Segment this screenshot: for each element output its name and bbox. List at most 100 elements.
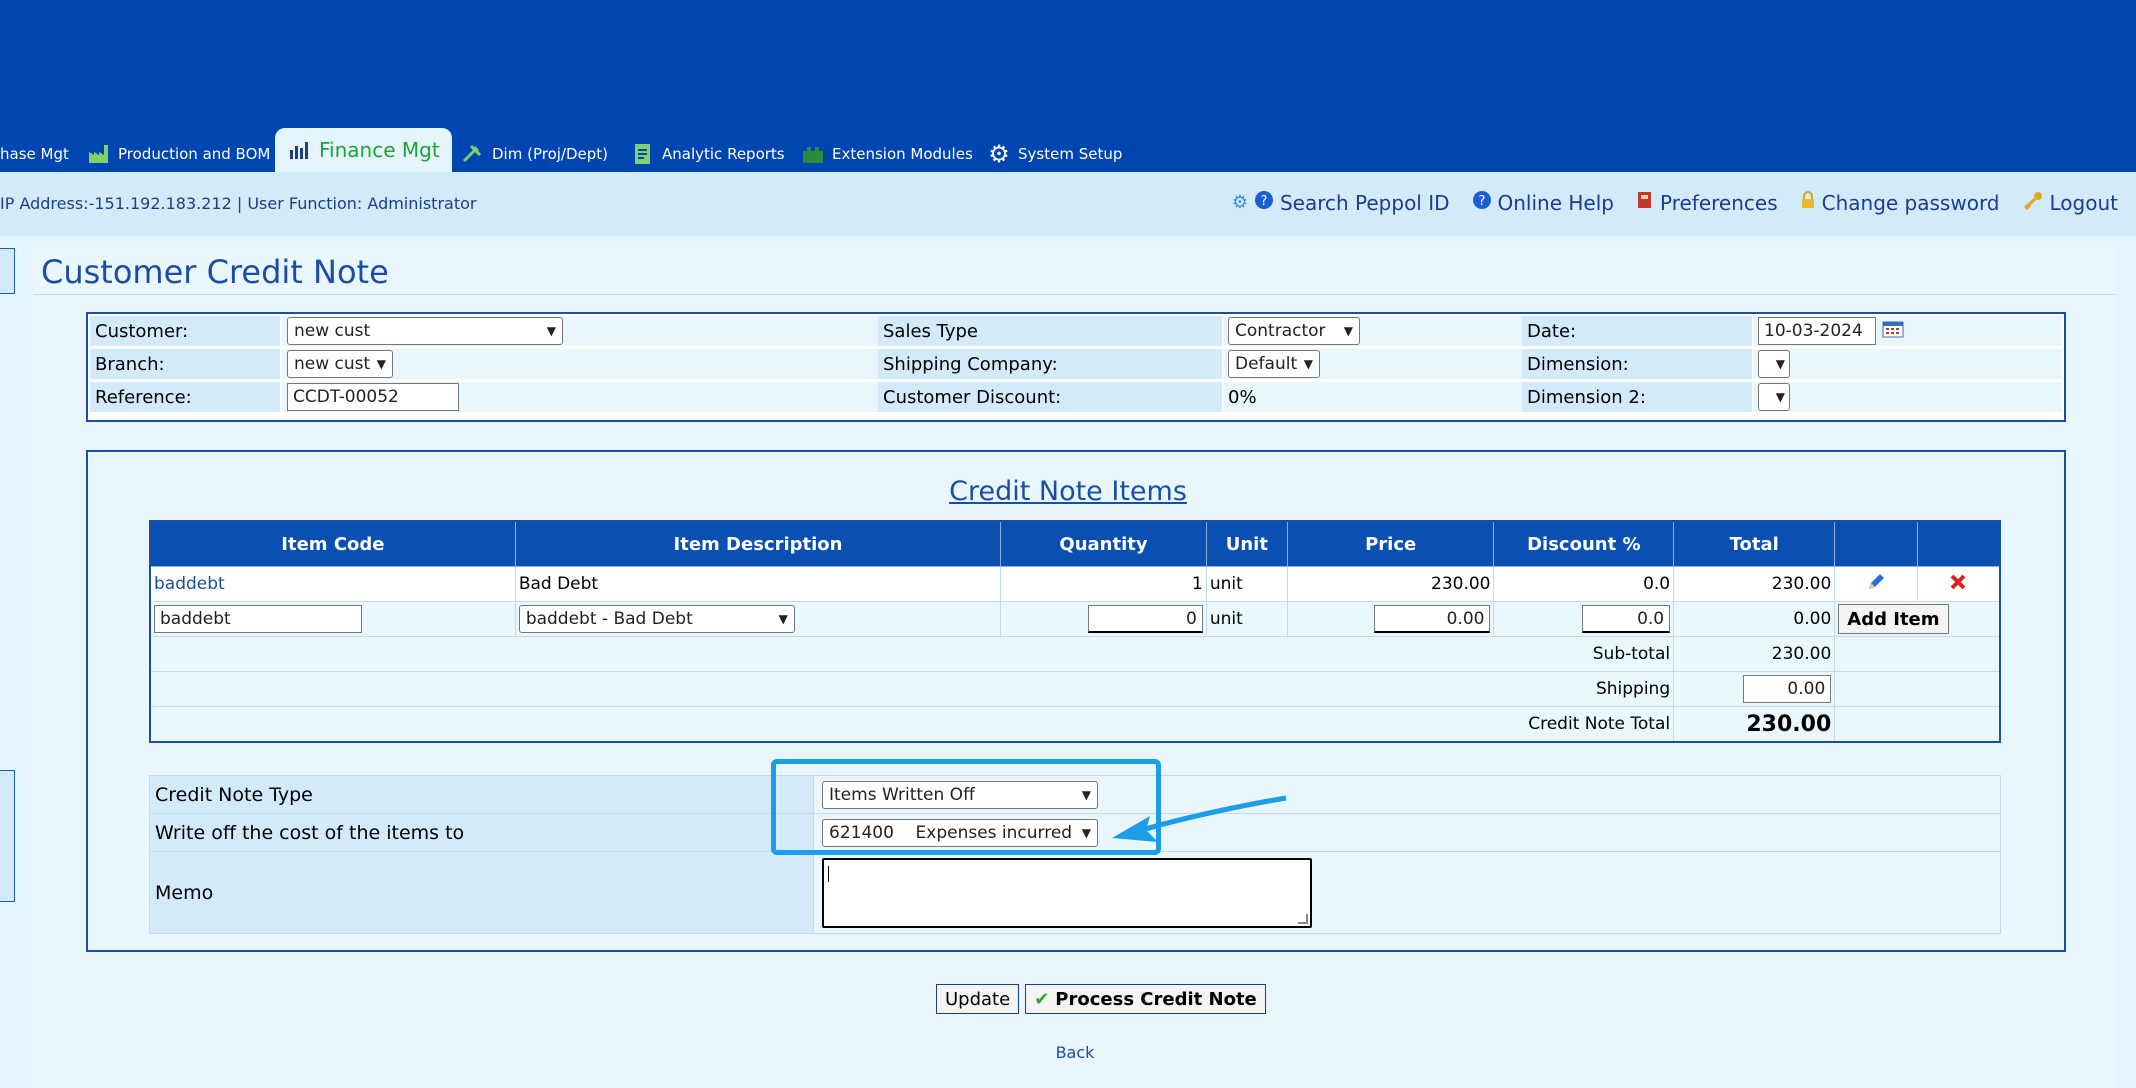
new-price-input[interactable]: 0.00 <box>1374 605 1491 633</box>
chevron-down-icon: ▼ <box>1343 324 1353 338</box>
report-icon <box>630 142 656 166</box>
branch-select[interactable]: new cust ▼ <box>287 350 393 378</box>
subtotal-spacer <box>1834 636 2001 672</box>
tab-label: Production and BOM <box>118 145 271 163</box>
new-total: 0.00 <box>1673 601 1836 637</box>
new-item-code-input[interactable]: baddebt <box>154 605 362 633</box>
col-item-description: Item Description <box>514 520 1002 567</box>
peppol-label: Search Peppol ID <box>1279 190 1450 215</box>
dimension2-select[interactable]: ▼ <box>1758 383 1790 411</box>
item-discount: 0.0 <box>1493 566 1675 602</box>
form-actions: Update ✔ Process Credit Note <box>936 984 1266 1014</box>
subtotal-row: Sub-total 230.00 <box>149 636 2001 672</box>
info-bar: IP Address:-151.192.183.212 | User Funct… <box>0 172 2136 236</box>
tab-label: Finance Mgt <box>319 138 440 162</box>
branch-label: Branch: <box>90 349 280 379</box>
new-discount-input[interactable]: 0.0 <box>1582 605 1671 633</box>
tab-analytic-reports[interactable]: Analytic Reports <box>630 136 785 172</box>
preferences-link[interactable]: Preferences <box>1636 190 1778 215</box>
reference-input[interactable]: CCDT-00052 <box>287 383 459 411</box>
modules-icon <box>800 142 826 166</box>
new-item-select[interactable]: baddebt - Bad Debt ▼ <box>518 605 795 633</box>
key-icon <box>2022 190 2044 215</box>
header-form: Customer: new cust ▼ Branch: new cust ▼ … <box>86 312 2066 422</box>
col-discount: Discount % <box>1493 520 1675 567</box>
tab-dim-proj-dept[interactable]: Dim (Proj/Dept) <box>460 136 608 172</box>
factory-icon <box>86 142 112 166</box>
shipping-company-label: Shipping Company: <box>878 349 1222 379</box>
tools-icon <box>460 142 486 166</box>
col-item-code: Item Code <box>149 520 516 567</box>
credit-type-label: Credit Note Type <box>149 775 814 814</box>
col-total: Total <box>1673 520 1836 567</box>
help-icon: ? <box>1472 190 1492 215</box>
new-quantity-input[interactable]: 0 <box>1087 605 1203 633</box>
shipping-label: Shipping <box>149 671 1675 707</box>
customer-cell: new cust ▼ <box>282 316 962 346</box>
tab-label: Analytic Reports <box>662 145 785 163</box>
memo-cell <box>813 851 2001 934</box>
password-label: Change password <box>1821 190 2000 215</box>
branch-value: new cust <box>294 354 371 374</box>
shipping-row: Shipping 0.00 <box>149 671 2001 707</box>
sales-type-select[interactable]: Contractor ▼ <box>1228 317 1360 345</box>
memo-textarea[interactable] <box>822 857 1312 928</box>
update-button[interactable]: Update <box>936 984 1020 1014</box>
tab-label: Dim (Proj/Dept) <box>492 145 609 163</box>
col-edit <box>1834 520 1918 567</box>
chevron-down-icon: ▼ <box>376 357 386 371</box>
chevron-down-icon: ▼ <box>546 324 556 338</box>
item-code-link[interactable]: baddebt <box>149 566 516 602</box>
process-credit-note-button[interactable]: ✔ Process Credit Note <box>1025 984 1266 1014</box>
delete-icon[interactable] <box>1949 574 1967 596</box>
svg-text:?: ? <box>1261 194 1268 209</box>
left-panel-stub-lower <box>0 770 15 902</box>
svg-text:?: ? <box>1478 194 1485 209</box>
tab-system-setup[interactable]: ⚙ System Setup <box>986 136 1122 172</box>
logout-label: Logout <box>2049 190 2118 215</box>
pencil-icon[interactable] <box>1866 573 1886 597</box>
tab-finance-mgt[interactable]: Finance Mgt <box>275 128 452 172</box>
add-item-button[interactable]: Add Item <box>1838 604 1949 634</box>
item-description: Bad Debt <box>514 566 1002 602</box>
col-unit: Unit <box>1205 520 1288 567</box>
gear-icon: ⚙ <box>988 140 1010 168</box>
calendar-icon[interactable] <box>1882 320 1904 343</box>
left-panel-stub <box>0 248 15 294</box>
shipping-company-select[interactable]: Default ▼ <box>1228 350 1320 378</box>
ip-user-info: IP Address:-151.192.183.212 | User Funct… <box>0 194 477 213</box>
delete-cell <box>1916 566 2001 602</box>
tab-purchase-mgt[interactable]: hase Mgt <box>0 136 69 172</box>
items-title[interactable]: Credit Note Items <box>0 476 2136 507</box>
discount-label: Customer Discount: <box>878 382 1222 412</box>
chevron-down-icon: ▼ <box>1303 357 1313 371</box>
dimension-label: Dimension: <box>1522 349 1752 379</box>
item-quantity: 1 <box>1000 566 1207 602</box>
date-input[interactable]: 10-03-2024 <box>1758 317 1876 345</box>
writeoff-label: Write off the cost of the items to <box>149 813 814 852</box>
back-link[interactable]: Back <box>0 1043 2136 1062</box>
grand-total-spacer <box>1834 706 2001 743</box>
change-password-link[interactable]: Change password <box>1800 190 2000 215</box>
shipping-input[interactable]: 0.00 <box>1743 675 1832 703</box>
online-help-link[interactable]: ? Online Help <box>1472 190 1614 215</box>
col-price: Price <box>1286 520 1495 567</box>
dimension-cell: ▼ <box>1753 349 2062 379</box>
table-header-row: Item Code Item Description Quantity Unit… <box>149 520 2001 567</box>
resize-grip-icon[interactable] <box>1298 913 1308 924</box>
table-row: baddebt Bad Debt 1 unit 230.00 0.0 230.0… <box>149 566 2001 602</box>
memo-label: Memo <box>149 851 814 934</box>
bar-chart-icon <box>287 138 313 162</box>
new-discount-cell: 0.0 <box>1493 601 1675 637</box>
process-label: Process Credit Note <box>1055 988 1257 1010</box>
main-nav-tabs: hase Mgt Production and BOM Finance Mgt … <box>0 128 2136 172</box>
branch-cell: new cust ▼ <box>282 349 962 379</box>
tab-production-bom[interactable]: Production and BOM <box>86 136 270 172</box>
tab-extension-modules[interactable]: Extension Modules <box>800 136 973 172</box>
logout-link[interactable]: Logout <box>2022 190 2118 215</box>
annotation-arrow-icon <box>1112 795 1287 842</box>
dimension2-label: Dimension 2: <box>1522 382 1752 412</box>
dimension-select[interactable]: ▼ <box>1758 350 1790 378</box>
customer-select[interactable]: new cust ▼ <box>287 317 563 345</box>
peppol-link[interactable]: ⚙ ? Search Peppol ID <box>1232 190 1450 215</box>
